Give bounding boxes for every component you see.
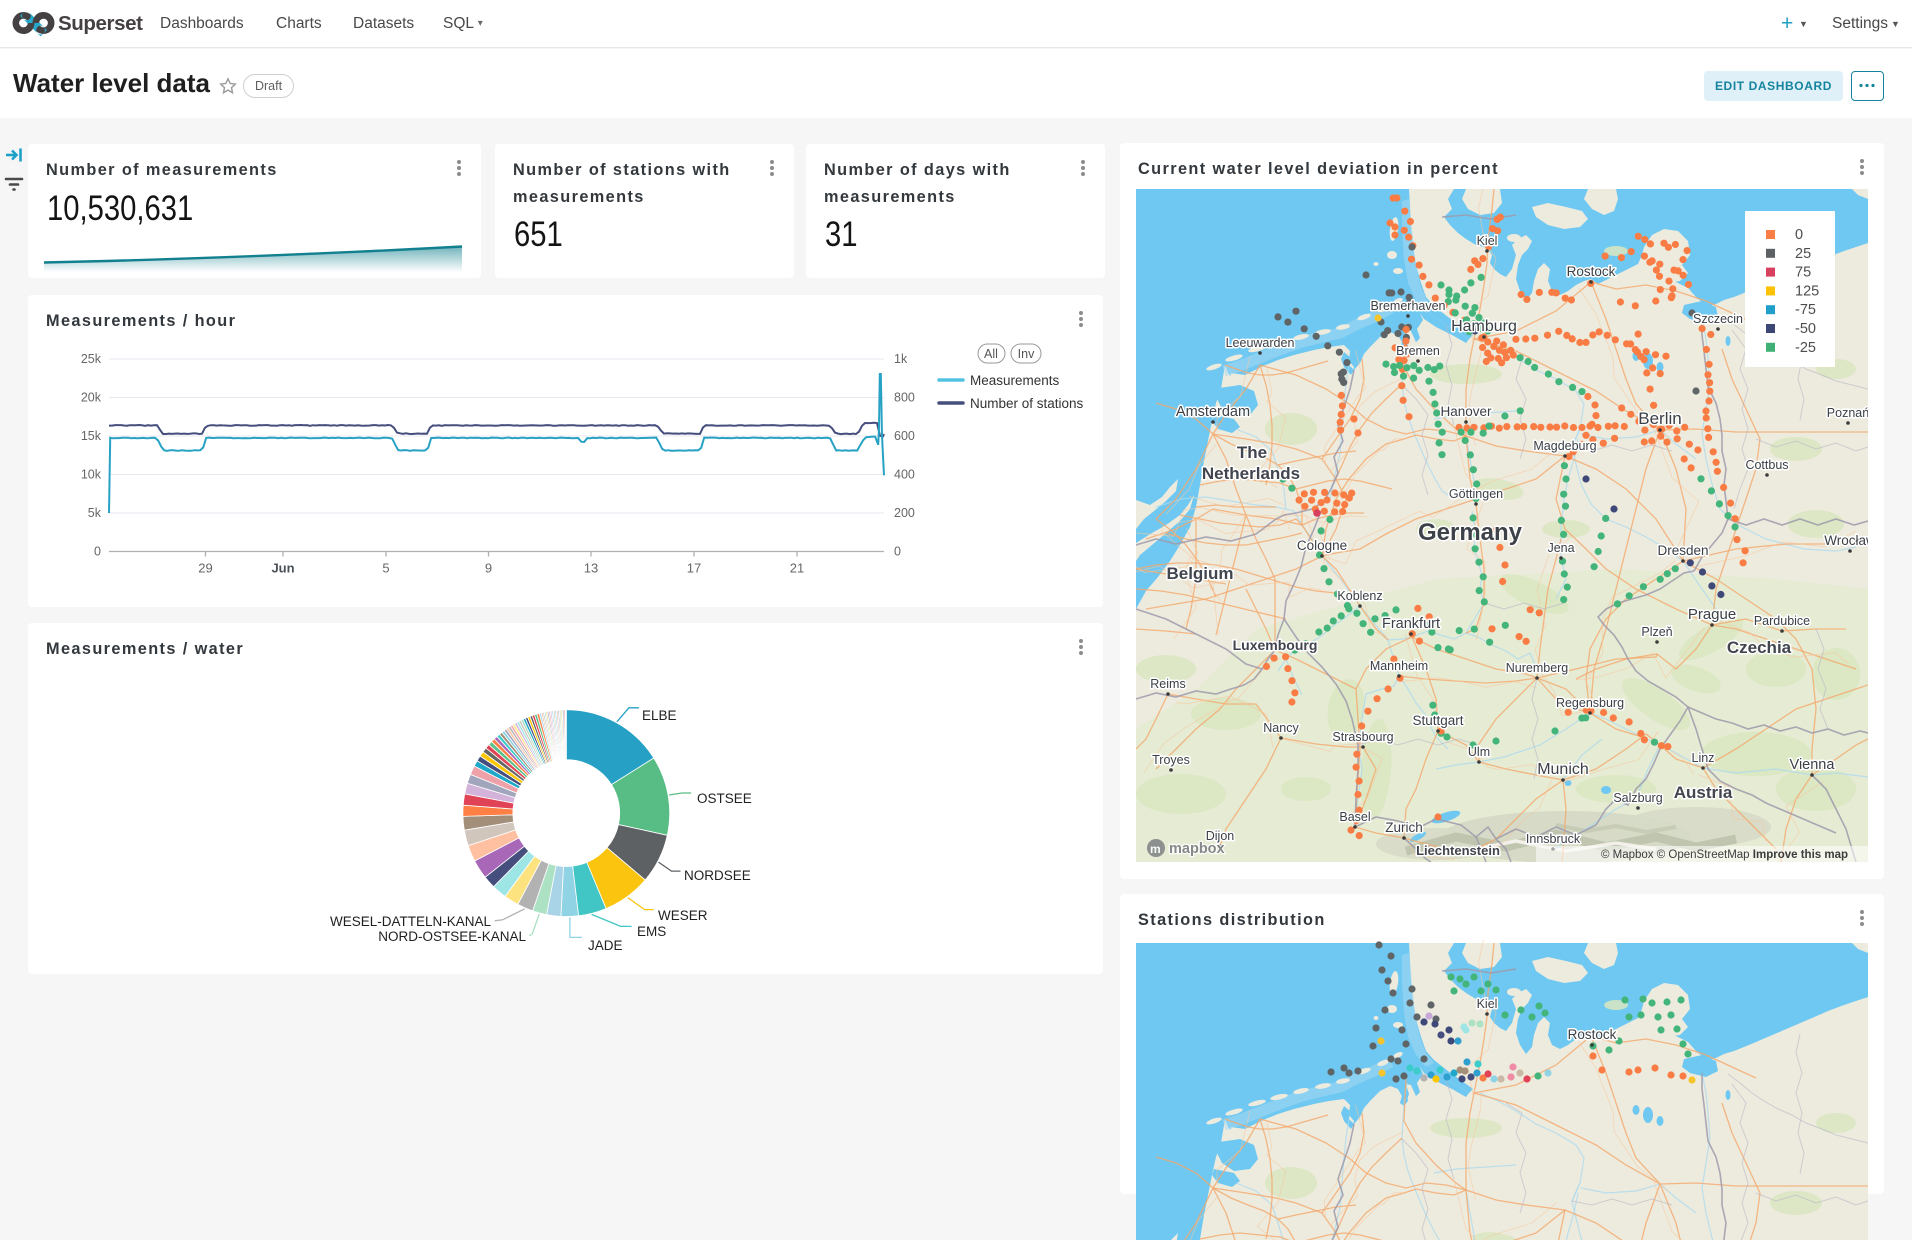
svg-text:Berlin: Berlin xyxy=(1638,409,1681,428)
svg-text:Jena: Jena xyxy=(1547,541,1574,555)
svg-text:75: 75 xyxy=(1795,265,1811,281)
svg-text:Pardubice: Pardubice xyxy=(1754,614,1810,628)
svg-text:9: 9 xyxy=(485,561,492,576)
svg-text:Dresden: Dresden xyxy=(1657,543,1708,558)
svg-text:Koblenz: Koblenz xyxy=(1337,589,1382,603)
svg-text:Nancy: Nancy xyxy=(1263,721,1299,735)
svg-text:Strasbourg: Strasbourg xyxy=(1332,730,1393,744)
svg-text:Nuremberg: Nuremberg xyxy=(1506,661,1569,675)
svg-text:Bremerhaven: Bremerhaven xyxy=(1370,299,1445,313)
svg-text:800: 800 xyxy=(894,391,915,405)
svg-text:Magdeburg: Magdeburg xyxy=(1533,439,1596,453)
svg-text:Cottbus: Cottbus xyxy=(1745,458,1788,472)
svg-text:200: 200 xyxy=(894,506,915,520)
svg-text:21: 21 xyxy=(790,561,804,576)
svg-text:Kiel: Kiel xyxy=(1477,997,1498,1011)
svg-text:Regensburg: Regensburg xyxy=(1556,696,1624,710)
svg-text:25: 25 xyxy=(1795,246,1811,262)
svg-text:Jun: Jun xyxy=(271,561,294,576)
svg-text:Ulm: Ulm xyxy=(1468,745,1490,759)
svg-text:Troyes: Troyes xyxy=(1152,753,1190,767)
svg-text:NORD-OSTSEE-KANAL: NORD-OSTSEE-KANAL xyxy=(378,929,526,944)
svg-text:10k: 10k xyxy=(81,468,102,482)
svg-text:WESER: WESER xyxy=(658,908,708,923)
svg-text:Hanover: Hanover xyxy=(1440,404,1492,419)
svg-text:Czechia: Czechia xyxy=(1727,638,1792,657)
svg-text:Austria: Austria xyxy=(1674,783,1733,802)
svg-text:© Mapbox © OpenStreetMap Impro: © Mapbox © OpenStreetMap Improve this ma… xyxy=(1601,849,1848,861)
svg-text:Liechtenstein: Liechtenstein xyxy=(1416,843,1500,858)
svg-text:Stuttgart: Stuttgart xyxy=(1412,713,1463,728)
svg-text:All: All xyxy=(984,347,998,361)
svg-text:Rostock: Rostock xyxy=(1567,264,1616,279)
svg-text:-50: -50 xyxy=(1795,321,1816,337)
svg-text:Linz: Linz xyxy=(1692,751,1715,765)
svg-text:Innsbruck: Innsbruck xyxy=(1526,832,1581,846)
svg-text:Poznań: Poznań xyxy=(1827,406,1868,420)
svg-text:Hamburg: Hamburg xyxy=(1451,318,1517,335)
svg-text:Measurements: Measurements xyxy=(970,373,1060,388)
svg-text:mapbox: mapbox xyxy=(1169,841,1225,857)
svg-text:ELBE: ELBE xyxy=(642,708,677,723)
svg-text:Basel: Basel xyxy=(1339,810,1370,824)
svg-text:Luxembourg: Luxembourg xyxy=(1233,637,1318,653)
svg-text:-25: -25 xyxy=(1795,340,1816,356)
svg-text:0: 0 xyxy=(894,545,901,559)
svg-text:5: 5 xyxy=(382,561,389,576)
svg-text:Inv: Inv xyxy=(1018,347,1035,361)
svg-text:Reims: Reims xyxy=(1150,677,1185,691)
svg-text:Netherlands: Netherlands xyxy=(1202,464,1300,483)
svg-text:20k: 20k xyxy=(81,391,102,405)
svg-text:OSTSEE: OSTSEE xyxy=(697,791,752,806)
svg-text:600: 600 xyxy=(894,429,915,443)
svg-text:The: The xyxy=(1237,443,1267,462)
svg-text:15k: 15k xyxy=(81,429,102,443)
svg-text:0: 0 xyxy=(1795,227,1803,243)
svg-text:25k: 25k xyxy=(81,352,102,366)
svg-text:1k: 1k xyxy=(894,352,908,366)
svg-text:Wrocław: Wrocław xyxy=(1824,533,1868,548)
svg-text:Prague: Prague xyxy=(1688,606,1736,623)
svg-text:Amsterdam: Amsterdam xyxy=(1176,404,1250,420)
svg-text:Cologne: Cologne xyxy=(1297,538,1347,553)
svg-text:Munich: Munich xyxy=(1537,761,1589,778)
svg-text:WESEL-DATTELN-KANAL: WESEL-DATTELN-KANAL xyxy=(330,914,492,929)
svg-text:m: m xyxy=(1150,842,1161,856)
svg-text:400: 400 xyxy=(894,468,915,482)
svg-text:EMS: EMS xyxy=(637,924,666,939)
svg-text:Leeuwarden: Leeuwarden xyxy=(1226,336,1295,350)
svg-text:17: 17 xyxy=(687,561,701,576)
svg-text:Superset: Superset xyxy=(58,12,143,35)
svg-text:Zurich: Zurich xyxy=(1385,820,1423,835)
svg-text:-75: -75 xyxy=(1795,302,1816,318)
svg-text:NORDSEE: NORDSEE xyxy=(684,868,751,883)
svg-text:Belgium: Belgium xyxy=(1166,564,1233,583)
svg-text:Göttingen: Göttingen xyxy=(1449,487,1503,501)
svg-text:13: 13 xyxy=(584,561,598,576)
svg-text:Frankfurt: Frankfurt xyxy=(1382,616,1440,632)
svg-text:Szczecin: Szczecin xyxy=(1693,312,1743,326)
svg-text:Germany: Germany xyxy=(1418,519,1523,546)
svg-text:125: 125 xyxy=(1795,283,1819,299)
svg-text:Mannheim: Mannheim xyxy=(1370,659,1428,673)
svg-text:Vienna: Vienna xyxy=(1790,757,1836,773)
svg-text:Salzburg: Salzburg xyxy=(1613,791,1662,805)
svg-text:Number of stations: Number of stations xyxy=(970,396,1084,411)
svg-text:Kiel: Kiel xyxy=(1477,234,1498,248)
svg-text:5k: 5k xyxy=(88,506,102,520)
svg-text:0: 0 xyxy=(94,545,101,559)
svg-text:Bremen: Bremen xyxy=(1396,344,1440,358)
svg-text:29: 29 xyxy=(198,561,212,576)
svg-text:Rostock: Rostock xyxy=(1568,1027,1617,1042)
svg-text:JADE: JADE xyxy=(588,938,623,953)
svg-text:Plzeň: Plzeň xyxy=(1641,625,1672,639)
